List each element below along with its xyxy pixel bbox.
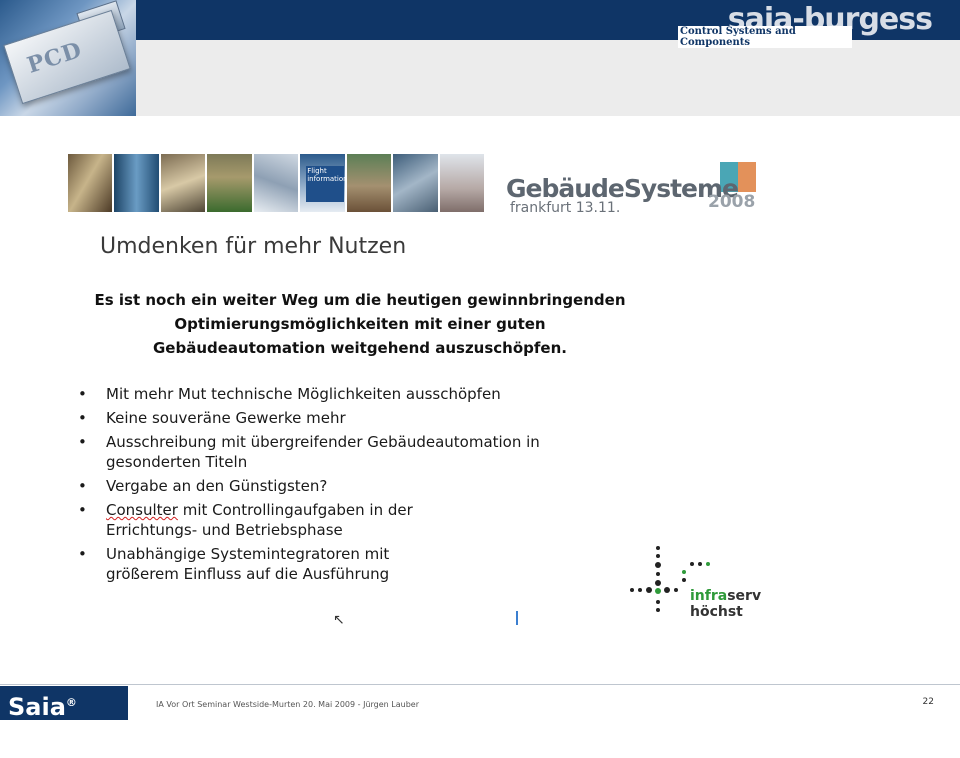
logo-dot — [655, 562, 661, 568]
bullet-item: Ausschreibung mit übergreifender Gebäude… — [78, 432, 638, 472]
logo-dot — [656, 554, 660, 558]
slide-title: Umdenken für mehr Nutzen — [100, 234, 407, 259]
logo-dot — [656, 572, 660, 576]
bullet-list: Mit mehr Mut technische Möglichkeiten au… — [78, 384, 638, 588]
logo-dot — [655, 588, 661, 594]
bullet-item: Keine souveräne Gewerke mehr — [78, 408, 638, 428]
photo-tile — [346, 154, 392, 212]
infraserv-wordmark: infraserv — [690, 588, 762, 604]
gebaeudesysteme-logo: GebäudeSysteme frankfurt 13.11. 2008 — [506, 158, 760, 218]
logo-dot — [664, 587, 670, 593]
flight-info-sign: Flight information — [306, 166, 348, 202]
photo-tile — [68, 154, 113, 212]
photo-tile — [439, 154, 484, 212]
logo-dot — [655, 580, 661, 586]
header-panel — [136, 40, 960, 116]
spellcheck-word: Consulter — [106, 501, 178, 519]
intro-paragraph: Es ist noch ein weiter Weg um die heutig… — [70, 288, 650, 360]
event-name: GebäudeSysteme — [506, 174, 739, 203]
photo-tile: Flight information — [300, 154, 348, 212]
bullet-item: Vergabe an den Günstigsten? — [78, 476, 638, 496]
logo-dot — [656, 600, 660, 604]
intro-line: Optimierungsmöglichkeiten mit einer gute… — [174, 315, 546, 333]
pcd-device-image: PCD — [0, 0, 136, 116]
logo-dot — [656, 608, 660, 612]
photo-tile — [393, 154, 438, 212]
photo-tile — [207, 154, 252, 212]
saia-pcd-logo: Saia® PCD — [0, 686, 128, 755]
event-city-date: frankfurt 13.11. — [510, 200, 621, 216]
bullet-item: Consulter mit Controllingaufgaben in der… — [78, 500, 476, 540]
photo-strip: Flight information — [68, 154, 484, 212]
brand-tagline: Control Systems and Components — [678, 26, 852, 48]
logo-cube-orange — [738, 162, 756, 192]
intro-line: Es ist noch ein weiter Weg um die heutig… — [94, 291, 626, 309]
page-number: 22 — [922, 697, 934, 707]
photo-tile — [160, 154, 206, 212]
logo-dot — [698, 562, 702, 566]
logo-dot — [682, 570, 686, 574]
photo-tile — [253, 154, 299, 212]
logo-dot — [630, 588, 634, 592]
event-year: 2008 — [708, 192, 756, 212]
logo-dot — [690, 562, 694, 566]
logo-dot — [674, 588, 678, 592]
intro-line: Gebäudeautomation weitgehend auszuschöpf… — [153, 339, 567, 357]
footer-caption: IA Vor Ort Seminar Westside-Murten 20. M… — [156, 700, 419, 709]
pcd-device: PCD — [3, 9, 131, 105]
bullet-item: Unabhängige Systemintegratoren mit größe… — [78, 544, 446, 584]
logo-dot — [656, 546, 660, 550]
hoechst-wordmark: höchst — [690, 604, 743, 620]
logo-dot — [638, 588, 642, 592]
logo-dot — [646, 587, 652, 593]
logo-dot — [682, 578, 686, 582]
photo-tile — [114, 154, 159, 212]
device-label: PCD — [24, 36, 86, 79]
infraserv-hoechst-logo: infraserv höchst — [626, 544, 776, 620]
bullet-item: Mit mehr Mut technische Möglichkeiten au… — [78, 384, 638, 404]
logo-dot — [706, 562, 710, 566]
text-caret-icon — [516, 611, 518, 625]
mouse-pointer-icon: ↖ — [333, 612, 345, 628]
footer-divider — [0, 684, 960, 685]
